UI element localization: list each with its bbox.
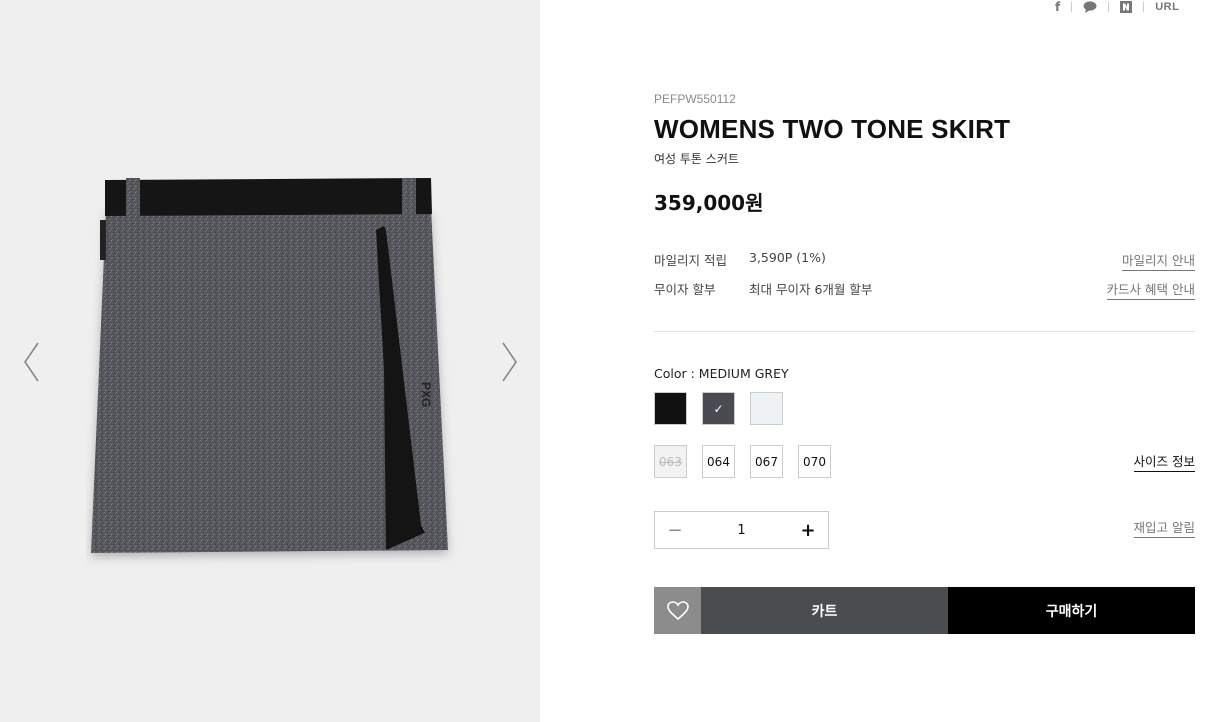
check-icon: ✓ [713,401,724,416]
quantity-stepper: − 1 + [654,511,829,549]
divider [1143,2,1145,12]
divider [1108,2,1110,12]
product-code: PEFPW550112 [654,92,736,106]
section-divider [654,331,1195,332]
color-swatch-white[interactable] [750,392,783,425]
color-label: Color : MEDIUM GREY [654,366,789,381]
mileage-label: 마일리지 적립 [654,253,727,268]
facebook-icon[interactable]: f [1055,0,1060,14]
naver-icon[interactable] [1120,1,1133,13]
mileage-row: 마일리지 적립 3,590P (1%) 마일리지 안내 [654,250,1195,271]
purchase-actions: 카트 구매하기 [654,587,1195,634]
restock-alert-link[interactable]: 재입고 알림 [1133,517,1195,538]
chevron-left-icon [24,342,39,382]
installment-value: 최대 무이자 6개월 할부 [749,282,873,297]
speech-bubble-icon[interactable] [1083,1,1097,13]
size-option-063: 063 [654,445,687,478]
product-gallery: PXG [0,0,540,722]
color-swatches: ✓ [654,392,783,425]
mileage-info-link[interactable]: 마일리지 안내 [1122,250,1195,271]
chevron-right-icon [502,342,517,382]
installment-row: 무이자 할부 최대 무이자 6개월 할부 카드사 혜택 안내 [654,279,1195,300]
share-bar: f URL [1055,0,1179,14]
divider [1071,2,1073,12]
quantity-decrease-button[interactable]: − [655,512,695,548]
color-swatch-black[interactable] [654,392,687,425]
buy-now-button[interactable]: 구매하기 [948,587,1195,634]
logo-mark: PXG [419,382,433,407]
product-subtitle: 여성 투톤 스커트 [654,152,739,166]
size-info-link[interactable]: 사이즈 정보 [1133,451,1195,472]
size-options: 063 064 067 070 [654,445,831,478]
size-option-064[interactable]: 064 [702,445,735,478]
quantity-value[interactable]: 1 [695,523,788,538]
product-image: PXG [91,178,448,553]
mileage-value: 3,590P (1%) [749,250,826,265]
add-to-cart-button[interactable]: 카트 [701,587,948,634]
quantity-increase-button[interactable]: + [788,512,828,548]
size-option-067[interactable]: 067 [750,445,783,478]
copy-url-button[interactable]: URL [1155,1,1179,13]
product-title: WOMENS TWO TONE SKIRT [654,114,1011,144]
next-image-arrow[interactable] [497,340,521,384]
size-option-070[interactable]: 070 [798,445,831,478]
card-benefit-link[interactable]: 카드사 혜택 안내 [1106,279,1195,300]
prev-image-arrow[interactable] [20,340,44,384]
heart-icon [666,600,689,620]
installment-label: 무이자 할부 [654,282,716,297]
color-swatch-medium-grey[interactable]: ✓ [702,392,735,425]
wishlist-button[interactable] [654,587,701,634]
product-price: 359,000원 [654,191,764,215]
